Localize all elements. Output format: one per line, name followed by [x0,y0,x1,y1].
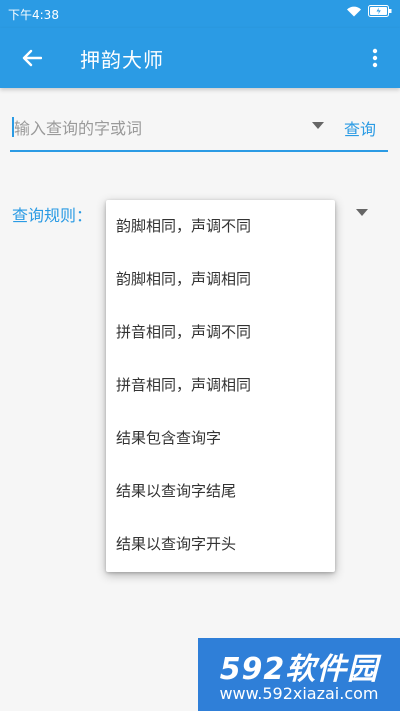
menu-item-rhyme-same-tone[interactable]: 韵脚相同，声调相同 [106,253,335,306]
battery-icon [368,5,392,17]
status-icons [346,5,392,17]
wifi-icon [346,5,362,17]
app-title: 押韵大师 [80,48,164,72]
menu-item-pinyin-same-tone[interactable]: 拼音相同，声调相同 [106,359,335,412]
menu-item-rhyme-diff-tone[interactable]: 韵脚相同，声调不同 [106,200,335,253]
back-button[interactable] [14,40,50,76]
menu-item-ends-with[interactable]: 结果以查询字结尾 [106,465,335,518]
watermark: 592软件园 www.592xiazai.com [198,638,400,711]
watermark-url: www.592xiazai.com [219,684,379,703]
app-bar: 押韵大师 [0,28,400,88]
query-button[interactable]: 查询 [344,116,376,140]
back-arrow-icon [22,49,42,67]
rule-popup-menu: 韵脚相同，声调不同 韵脚相同，声调相同 拼音相同，声调不同 拼音相同，声调相同 … [106,200,335,572]
search-underline [10,150,388,152]
rule-dropdown-icon[interactable] [356,209,368,216]
status-time: 下午4:38 [8,8,59,22]
rule-label: 查询规则： [12,206,93,225]
history-dropdown-icon[interactable] [312,122,324,129]
search-row: 查询 [0,88,400,160]
more-vert-icon [372,48,378,68]
search-input[interactable] [10,114,304,142]
overflow-menu-button[interactable] [360,40,390,76]
menu-item-pinyin-diff-tone[interactable]: 拼音相同，声调不同 [106,306,335,359]
menu-item-starts-with[interactable]: 结果以查询字开头 [106,518,335,571]
watermark-logo: 592软件园 [219,652,379,687]
status-bar: 下午4:38 [0,0,400,28]
menu-item-contains[interactable]: 结果包含查询字 [106,412,335,465]
